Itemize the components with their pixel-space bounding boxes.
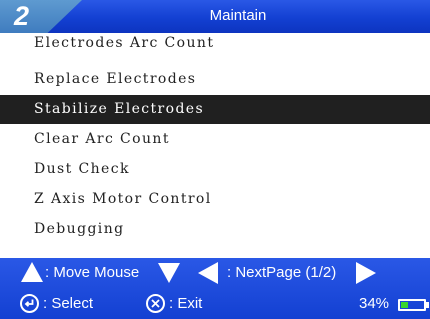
- menu-item-z-axis-motor-control[interactable]: Z Axis Motor Control: [0, 185, 430, 214]
- menu-item-clear-arc-count[interactable]: Clear Arc Count: [0, 125, 430, 154]
- maintain-screen: 2 Maintain Electrodes Arc Count Replace …: [0, 0, 430, 319]
- battery-level-fill: [401, 302, 408, 308]
- menu-item-stabilize-electrodes[interactable]: Stabilize Electrodes: [0, 95, 430, 124]
- page-number: 2: [14, 1, 30, 31]
- menu-item-dust-check[interactable]: Dust Check: [0, 155, 430, 184]
- battery-tip: [426, 302, 429, 308]
- menu-item-debugging[interactable]: Debugging: [0, 215, 430, 244]
- next-page-hint: : NextPage (1/2): [227, 264, 337, 281]
- move-mouse-hint: : Move Mouse: [45, 264, 140, 281]
- page-title: Maintain: [209, 7, 267, 24]
- menu-item-electrodes-arc-count[interactable]: Electrodes Arc Count: [0, 33, 430, 58]
- menu-item-replace-electrodes[interactable]: Replace Electrodes: [0, 65, 430, 94]
- triangle-left-icon[interactable]: [198, 262, 218, 284]
- footer-row-actions: : Select : Exit 34%: [0, 289, 430, 319]
- footer-row-navigation: : Move Mouse : NextPage (1/2): [0, 258, 430, 288]
- header-bar: 2 Maintain: [0, 0, 430, 33]
- exit-hint: : Exit: [169, 295, 203, 312]
- footer-bar: : Move Mouse : NextPage (1/2) : Select :…: [0, 258, 430, 319]
- x-circle-icon[interactable]: [146, 294, 165, 313]
- triangle-down-icon[interactable]: [158, 263, 180, 283]
- battery-icon: [398, 299, 426, 311]
- triangle-right-icon[interactable]: [356, 262, 376, 284]
- battery-percentage: 34%: [359, 295, 390, 312]
- enter-circle-icon[interactable]: [20, 294, 39, 313]
- page-badge: [0, 0, 82, 33]
- menu-list: Electrodes Arc Count Replace Electrodes …: [0, 33, 430, 255]
- select-hint: : Select: [43, 295, 94, 312]
- triangle-up-icon[interactable]: [21, 262, 43, 282]
